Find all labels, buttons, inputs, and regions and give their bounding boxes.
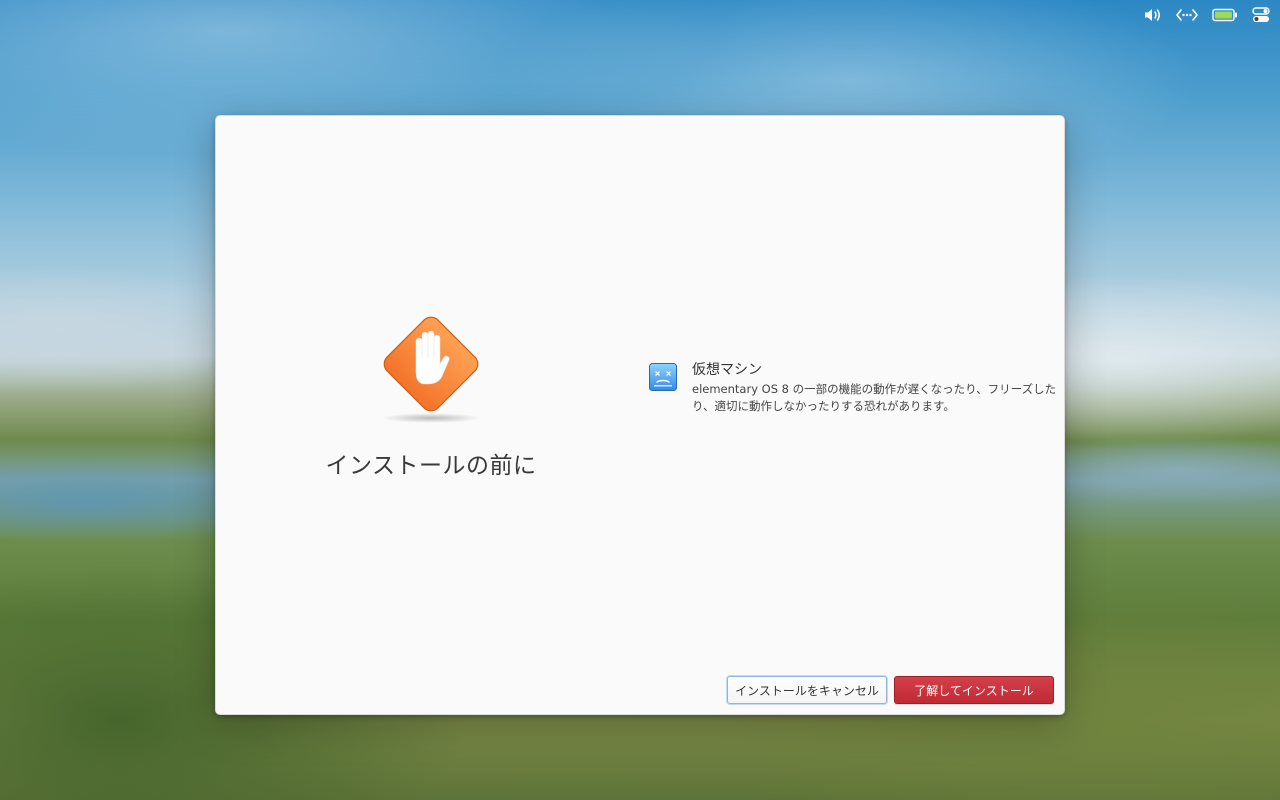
volume-indicator[interactable] (1144, 0, 1162, 30)
cancel-installation-button[interactable]: インストールをキャンセル (727, 676, 887, 704)
quick-settings-icon (1252, 7, 1270, 22)
install-anyway-button[interactable]: 了解してインストール (894, 676, 1054, 704)
hand-stop-icon (381, 316, 481, 423)
virtual-machine-icon (649, 363, 677, 391)
top-panel (1110, 0, 1280, 30)
dialog-header-pane: インストールの前に (216, 116, 646, 716)
network-icon (1176, 9, 1198, 21)
issue-text: 仮想マシン elementary OS 8 の一部の機能の動作が遅くなったり、フ… (692, 360, 1058, 415)
battery-icon (1212, 8, 1237, 22)
issue-virtual-machine: 仮想マシン elementary OS 8 の一部の機能の動作が遅くなったり、フ… (648, 360, 1058, 415)
before-install-dialog: インストールの前に 仮想マシン elementary OS 8 の一部の機能の動… (215, 115, 1065, 715)
quick-settings-indicator[interactable] (1252, 0, 1270, 30)
issue-description: elementary OS 8 の一部の機能の動作が遅くなったり、フリーズしたり… (692, 382, 1057, 413)
battery-indicator[interactable] (1212, 0, 1238, 30)
network-indicator[interactable] (1176, 0, 1198, 30)
issue-title: 仮想マシン (692, 362, 762, 378)
volume-icon (1145, 9, 1160, 21)
dialog-title: インストールの前に (325, 453, 537, 479)
